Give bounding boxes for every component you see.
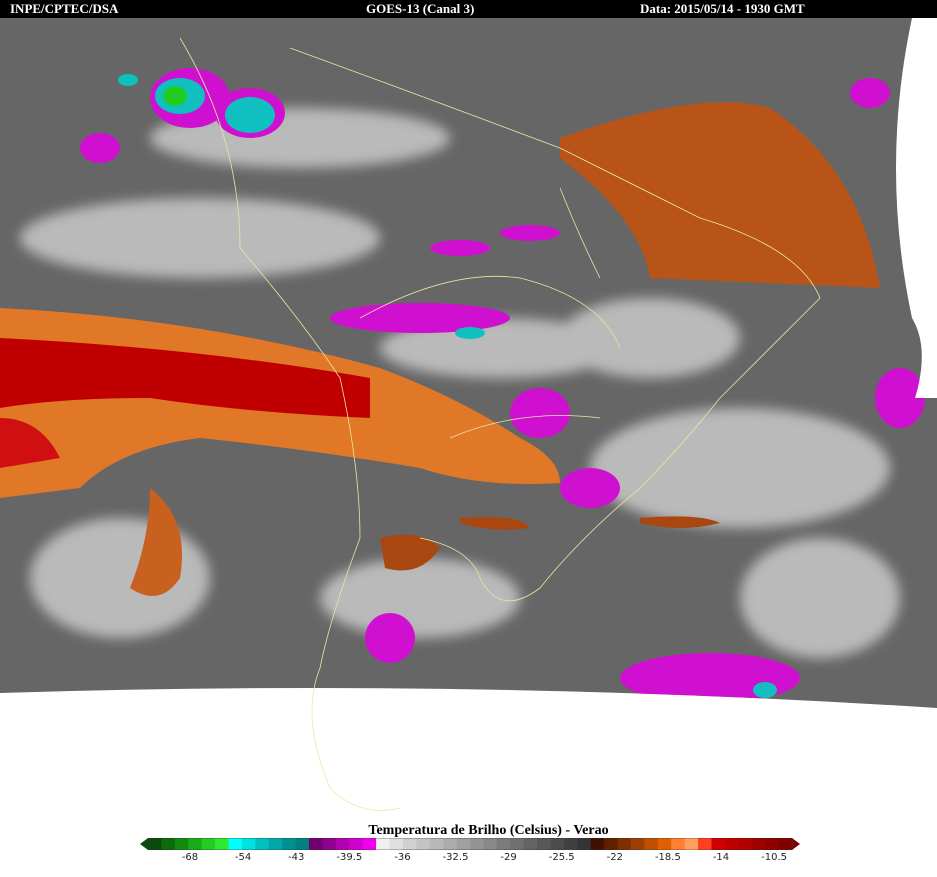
colorbar-swatch: [228, 838, 243, 850]
title-bar: INPE/CPTEC/DSA GOES-13 (Canal 3) Data: 2…: [0, 0, 937, 18]
colorbar-swatch: [282, 838, 297, 850]
colorbar-swatch: [335, 838, 350, 850]
colorbar-swatch: [483, 838, 498, 850]
colorbar-tick-label: -39.5: [336, 852, 363, 863]
colorbar-swatch: [657, 838, 672, 850]
satellite-label: GOES-13 (Canal 3): [366, 1, 475, 16]
agency-label: INPE/CPTEC/DSA: [10, 1, 119, 16]
colorbar-swatch: [322, 838, 337, 850]
colorbar-swatch: [577, 838, 592, 850]
colorbar-swatch: [751, 838, 766, 850]
colorbar-swatch: [295, 838, 310, 850]
colorbar-swatch: [349, 838, 364, 850]
colorbar-swatch: [523, 838, 538, 850]
colorbar-swatch: [510, 838, 525, 850]
colorbar-swatch: [416, 838, 431, 850]
colorbar-swatch: [362, 838, 377, 850]
colorbar-swatch: [724, 838, 739, 850]
coldest-core: [163, 86, 187, 106]
colorbar-swatch: [470, 838, 484, 850]
colorbar-swatch: [241, 838, 256, 850]
colorbar-swatch: [268, 838, 283, 850]
colorbar-swatch: [148, 838, 162, 850]
colorbar-swatch: [309, 838, 323, 850]
colorbar-swatch: [590, 838, 605, 850]
colorbar-swatch: [631, 838, 645, 850]
colorbar-tick-label: -32.5: [442, 852, 469, 863]
colorbar-swatch: [215, 838, 229, 850]
colorbar-swatch: [604, 838, 619, 850]
colorbar-swatch: [201, 838, 216, 850]
colorbar-swatch: [389, 838, 404, 850]
colorbar-tick-label: -68: [181, 852, 199, 863]
colorbar-swatch: [698, 838, 712, 850]
colorbar-swatch: [188, 838, 203, 850]
colorbar-swatch: [778, 838, 793, 850]
colorbar-tick-label: -43: [288, 852, 305, 863]
colorbar-swatch: [429, 838, 444, 850]
legend-title: Temperatura de Brilho (Celsius) - Verao: [368, 823, 609, 838]
colorbar-tick-label: -14: [712, 852, 730, 863]
satellite-image: [0, 18, 937, 811]
colorbar-tick-label: -29: [500, 852, 517, 863]
colorbar-tick-label: -36: [394, 852, 411, 863]
colorbar-right-arrow: [792, 838, 800, 850]
colorbar-left-arrow: [140, 838, 148, 850]
colorbar-swatch: [684, 838, 699, 850]
colorbar-swatch: [537, 838, 551, 850]
image-area: [0, 18, 937, 708]
colorbar-swatch: [161, 838, 176, 850]
colorbar-swatch: [671, 838, 686, 850]
colorbar-tick-label: -22: [606, 852, 623, 863]
colorbar-swatch: [376, 838, 390, 850]
colorbar-swatch: [496, 838, 511, 850]
colorbar-swatch: [617, 838, 632, 850]
colorbar-swatch: [711, 838, 726, 850]
colorbar-swatch: [550, 838, 565, 850]
colorbar-swatch: [174, 838, 189, 850]
colorbar-tick-label: -25.5: [548, 852, 575, 863]
colorbar-swatch: [402, 838, 417, 850]
colorbar-tick-label: -10.5: [761, 852, 788, 863]
colorbar-swatch: [456, 838, 471, 850]
colorbar-tick-label: -18.5: [654, 852, 681, 863]
colorbar-swatch: [738, 838, 753, 850]
colorbar-tick-label: -54: [234, 852, 252, 863]
colorbar: [140, 838, 800, 850]
colorbar-swatch: [644, 838, 659, 850]
colorbar-swatch: [443, 838, 458, 850]
date-label: Data: 2015/05/14 - 1930 GMT: [640, 1, 805, 16]
colorbar-swatch: [765, 838, 780, 850]
colorbar-swatch: [563, 838, 578, 850]
colorbar-swatch: [255, 838, 270, 850]
